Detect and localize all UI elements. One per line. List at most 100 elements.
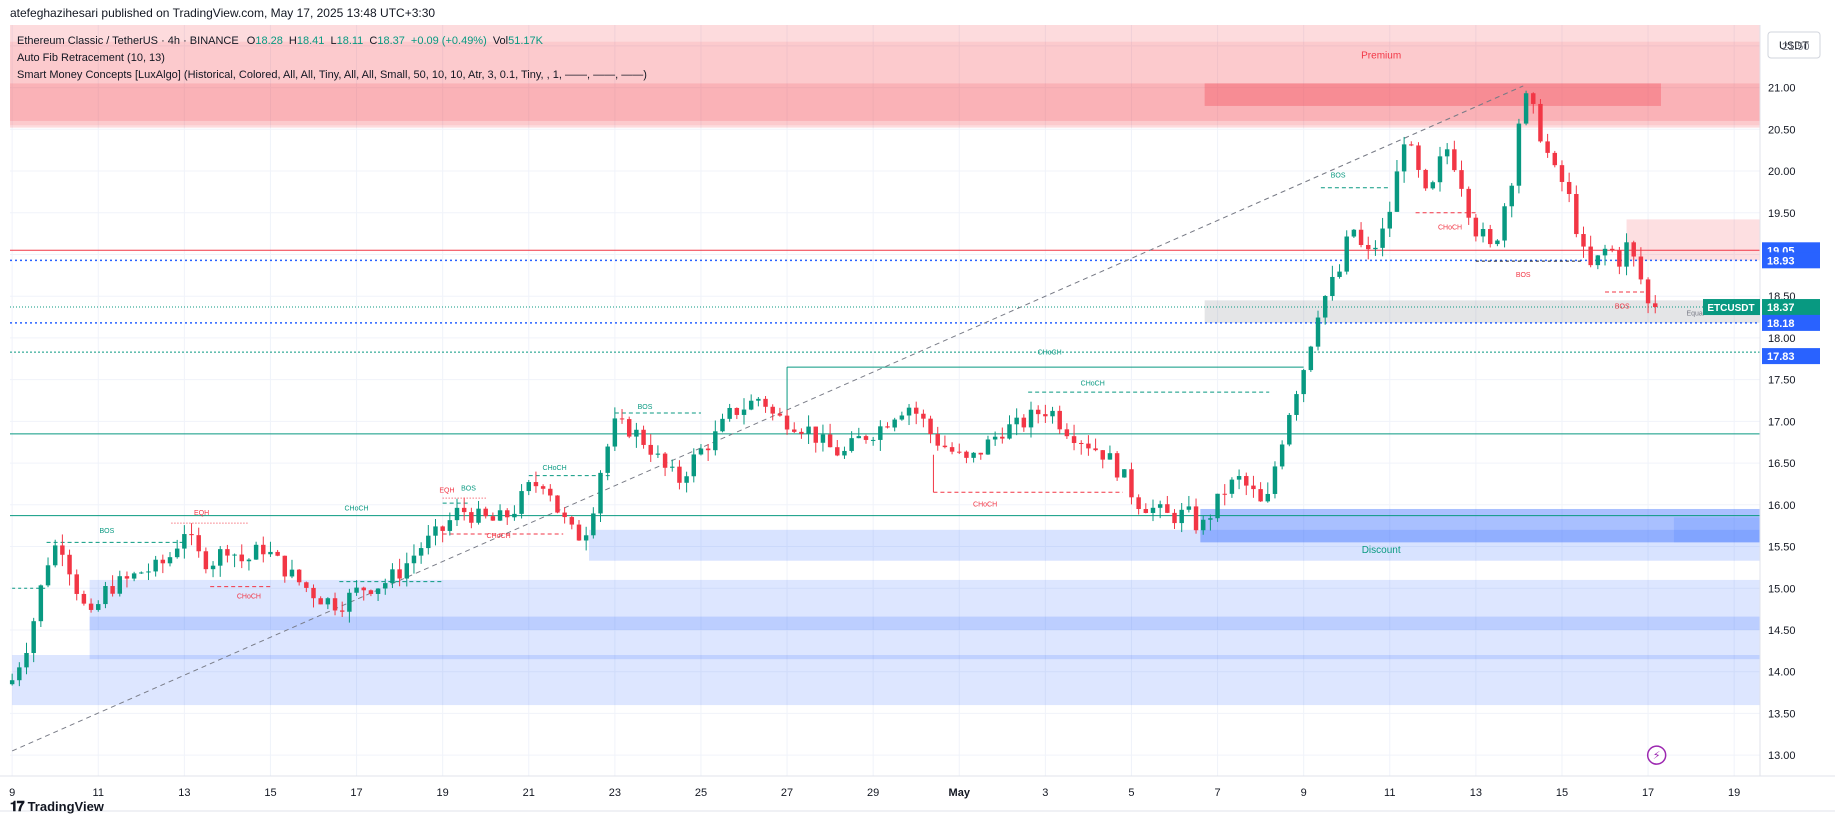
candle[interactable] (799, 431, 804, 434)
candle[interactable] (1358, 229, 1364, 246)
candle[interactable] (167, 557, 173, 564)
candle[interactable] (1509, 185, 1514, 207)
candle[interactable] (1624, 242, 1629, 267)
candle[interactable] (1380, 228, 1385, 248)
candle[interactable] (1588, 246, 1593, 266)
candle[interactable] (447, 520, 453, 531)
candle[interactable] (1366, 245, 1371, 250)
candle[interactable] (225, 549, 230, 556)
candle[interactable] (1552, 152, 1558, 166)
candle[interactable] (239, 554, 244, 562)
candle[interactable] (540, 486, 546, 489)
candle[interactable] (1480, 229, 1486, 237)
candle[interactable] (648, 444, 653, 455)
candle[interactable] (1531, 93, 1536, 104)
candle[interactable] (368, 590, 374, 594)
candle[interactable] (849, 438, 854, 451)
candle[interactable] (1229, 479, 1235, 494)
candle[interactable] (383, 583, 388, 589)
candle[interactable] (124, 576, 130, 579)
candle[interactable] (1007, 424, 1012, 439)
price-axis[interactable] (1760, 25, 1835, 776)
candle[interactable] (906, 407, 912, 416)
candle[interactable] (734, 407, 740, 415)
candle[interactable] (1179, 509, 1184, 524)
candle[interactable] (1064, 429, 1070, 437)
candle[interactable] (1294, 394, 1299, 415)
candle[interactable] (1409, 144, 1414, 146)
candle[interactable] (253, 544, 259, 560)
candle[interactable] (1129, 469, 1134, 498)
candle[interactable] (634, 429, 639, 437)
candle[interactable] (497, 510, 503, 521)
candle[interactable] (1143, 509, 1149, 513)
candle[interactable] (1251, 485, 1256, 490)
candle[interactable] (88, 603, 94, 610)
candle[interactable] (174, 548, 180, 558)
candle[interactable] (1538, 103, 1543, 142)
candle[interactable] (261, 544, 266, 555)
candle[interactable] (296, 569, 302, 583)
candle[interactable] (1466, 188, 1471, 218)
candle[interactable] (160, 559, 166, 564)
candle[interactable] (928, 418, 933, 435)
candle[interactable] (899, 415, 905, 420)
candle[interactable] (827, 434, 833, 448)
candle[interactable] (354, 587, 359, 593)
candle[interactable] (411, 555, 417, 564)
candle[interactable] (139, 572, 144, 574)
candle[interactable] (1093, 448, 1098, 451)
candle[interactable] (146, 571, 151, 573)
candle[interactable] (1208, 518, 1213, 520)
candle[interactable] (1244, 476, 1249, 486)
candle[interactable] (591, 513, 596, 536)
candle[interactable] (555, 495, 560, 513)
candle[interactable] (698, 448, 704, 455)
candle[interactable] (483, 508, 488, 517)
candle[interactable] (476, 508, 481, 523)
candle[interactable] (1459, 170, 1464, 189)
candle[interactable] (1301, 370, 1306, 395)
candle[interactable] (964, 451, 969, 458)
candle[interactable] (1487, 229, 1493, 245)
candle[interactable] (992, 436, 998, 440)
candle[interactable] (777, 413, 783, 416)
candle[interactable] (756, 398, 761, 401)
candle[interactable] (282, 555, 288, 577)
candle[interactable] (619, 418, 625, 420)
candle[interactable] (1215, 493, 1220, 519)
candle[interactable] (404, 563, 410, 579)
candle[interactable] (957, 451, 962, 453)
candle[interactable] (978, 452, 984, 455)
candle[interactable] (1401, 144, 1407, 172)
candle[interactable] (131, 573, 137, 579)
candle[interactable] (1437, 156, 1443, 183)
candle[interactable] (196, 535, 201, 552)
candle[interactable] (347, 592, 352, 612)
candle[interactable] (1114, 453, 1120, 478)
candle[interactable] (1602, 248, 1608, 256)
candle[interactable] (1272, 466, 1278, 494)
candle[interactable] (519, 491, 524, 514)
candle[interactable] (110, 586, 115, 594)
candle[interactable] (189, 534, 194, 536)
candle[interactable] (949, 447, 955, 452)
candle[interactable] (74, 574, 79, 594)
candle[interactable] (1653, 303, 1658, 308)
candle[interactable] (1337, 271, 1342, 277)
candle[interactable] (1028, 409, 1034, 428)
candle[interactable] (784, 415, 790, 430)
candle[interactable] (684, 476, 689, 483)
candle[interactable] (1165, 504, 1170, 513)
candle[interactable] (490, 516, 496, 521)
candle[interactable] (1473, 217, 1479, 237)
candle[interactable] (117, 576, 123, 594)
candle[interactable] (203, 551, 209, 570)
candle[interactable] (361, 587, 366, 591)
candle[interactable] (677, 466, 682, 483)
candle[interactable] (45, 565, 51, 586)
candle[interactable] (1236, 476, 1242, 480)
candle[interactable] (763, 398, 768, 407)
candle[interactable] (1021, 417, 1027, 428)
candle[interactable] (454, 507, 460, 521)
